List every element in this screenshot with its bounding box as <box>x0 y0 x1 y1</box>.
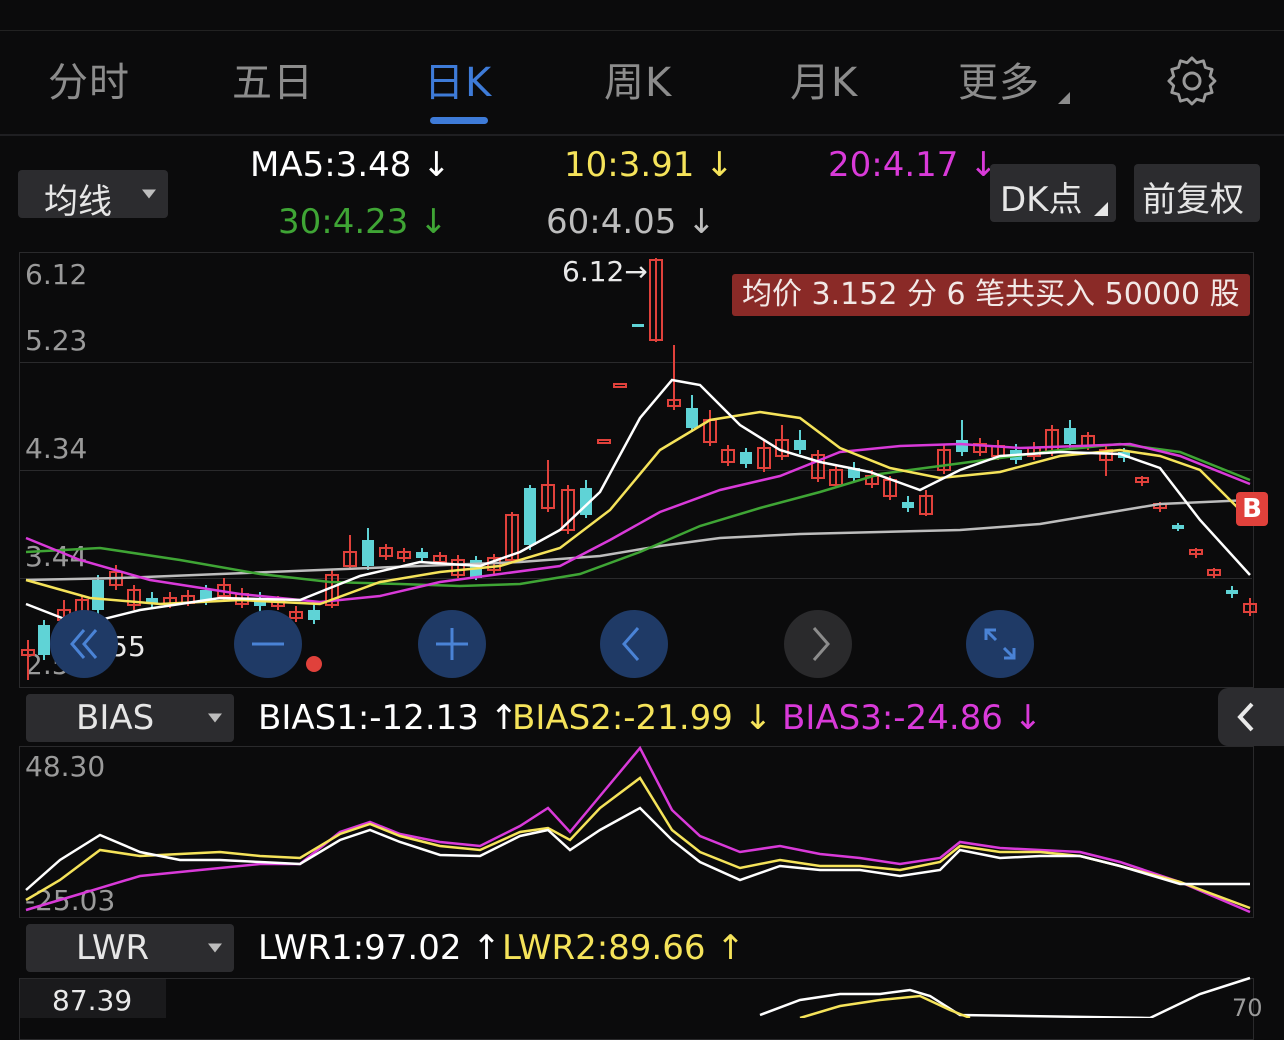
lwr2-line <box>799 994 971 1018</box>
lwr1-line <box>759 976 1251 1018</box>
lwr-chart <box>759 976 1251 1018</box>
